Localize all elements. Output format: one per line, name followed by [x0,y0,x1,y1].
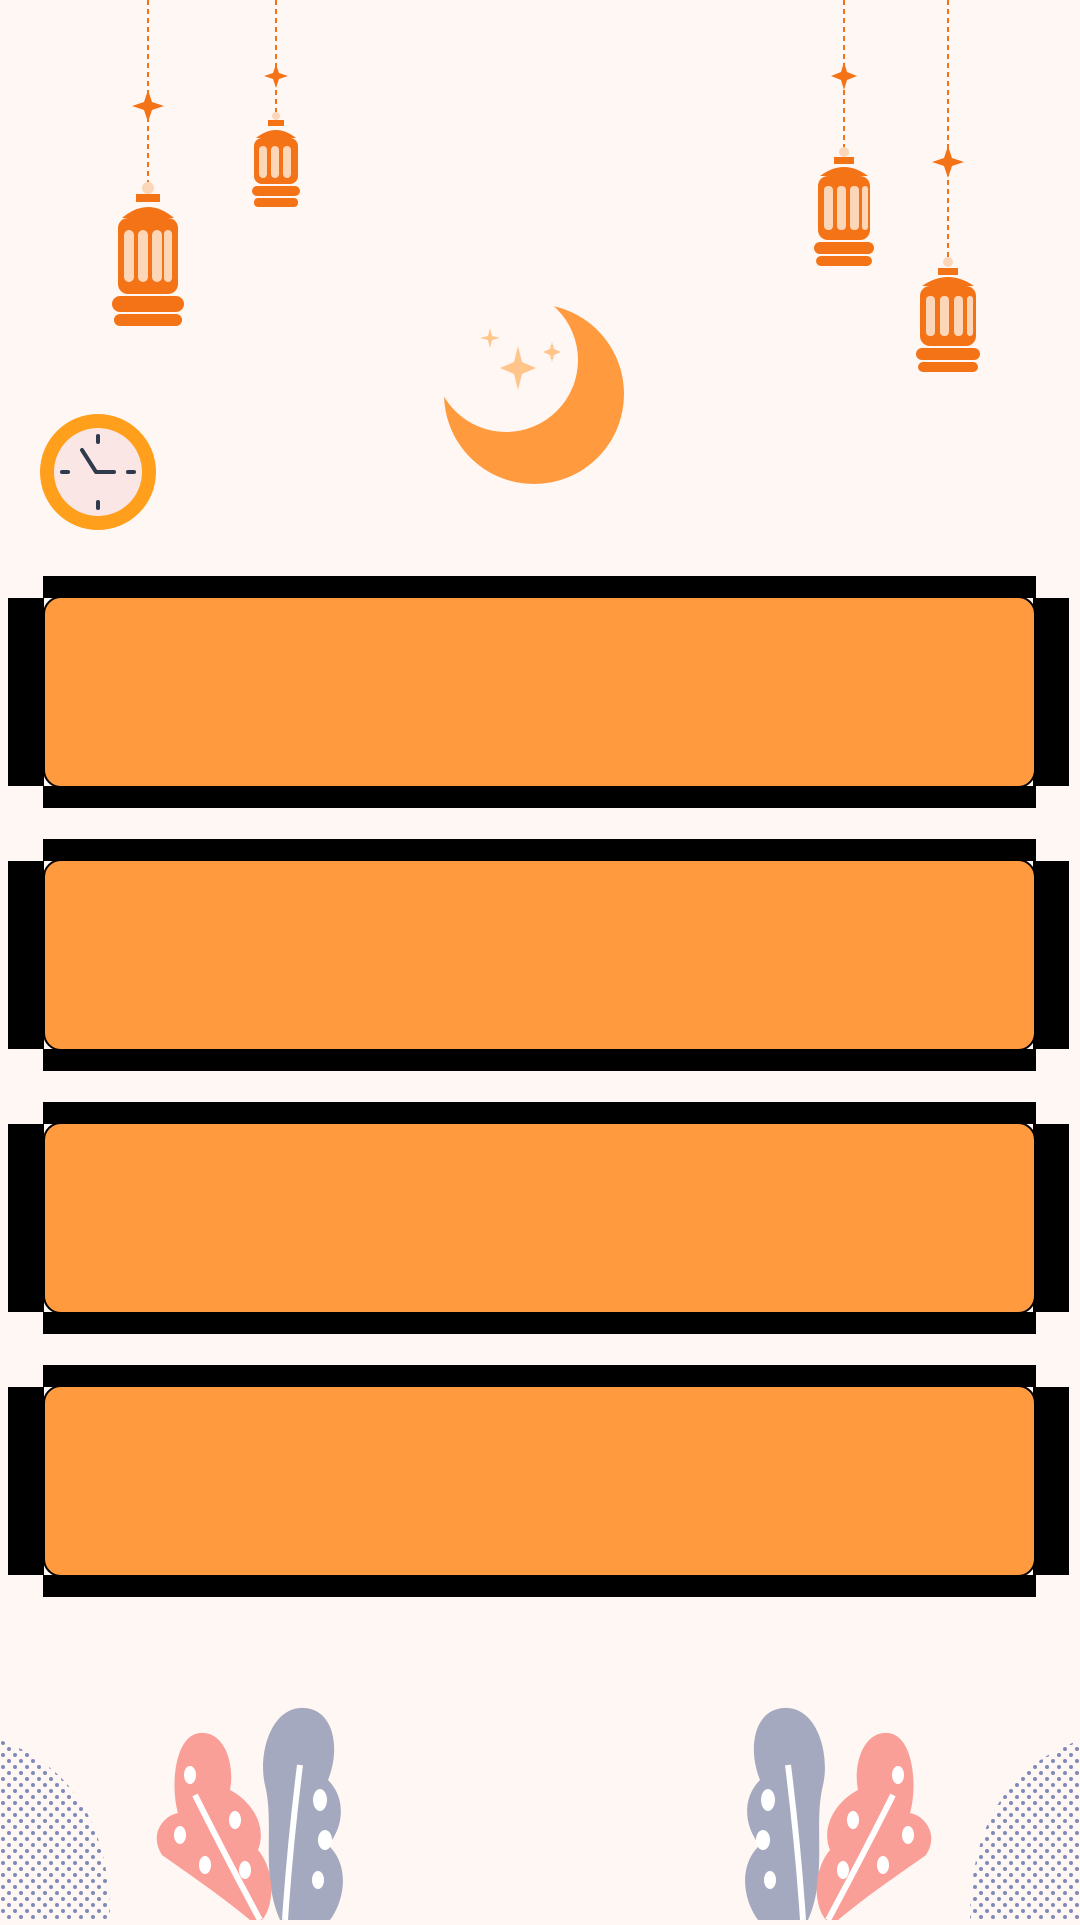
lantern-decoration-2 [240,0,310,220]
leaf-cluster-right [698,1705,938,1922]
leaf-icon [156,1707,343,1922]
slot-frame-left [8,1124,44,1312]
content-slot-1[interactable] [8,576,1069,808]
slot-frame-left [8,861,44,1049]
leaf-cluster-left [150,1705,390,1922]
slot-frame-bottom [43,1575,1036,1597]
slot-frame-top [43,1365,1036,1387]
clock-icon [38,412,158,532]
slot-panel [43,859,1036,1051]
content-slot-2[interactable] [8,839,1069,1071]
slot-frame-left [8,1387,44,1575]
slot-panel [43,1385,1036,1577]
lantern-icon [916,0,980,372]
crescent-moon-icon [440,300,630,490]
slot-frame-bottom [43,1312,1036,1334]
slot-frame-top [43,576,1036,598]
lantern-decoration-3 [810,0,880,270]
slot-frame-top [43,1102,1036,1124]
slot-frame-right [1033,1124,1069,1312]
slot-frame-right [1033,861,1069,1049]
slot-frame-bottom [43,786,1036,808]
slot-panel [43,1122,1036,1314]
dotted-corner-left [0,1740,120,1920]
slot-frame-right [1033,598,1069,786]
content-slot-3[interactable] [8,1102,1069,1334]
lantern-icon [112,0,184,326]
lantern-icon [252,0,300,207]
slot-frame-bottom [43,1049,1036,1071]
lantern-decoration-1 [100,0,200,340]
content-slot-4[interactable] [8,1365,1069,1597]
slot-panel [43,596,1036,788]
dotted-corner-right [960,1740,1080,1920]
lantern-icon [814,0,874,266]
slot-frame-left [8,598,44,786]
lantern-decoration-4 [912,0,992,380]
slot-frame-top [43,839,1036,861]
slot-frame-right [1033,1387,1069,1575]
leaf-icon [745,1707,932,1922]
